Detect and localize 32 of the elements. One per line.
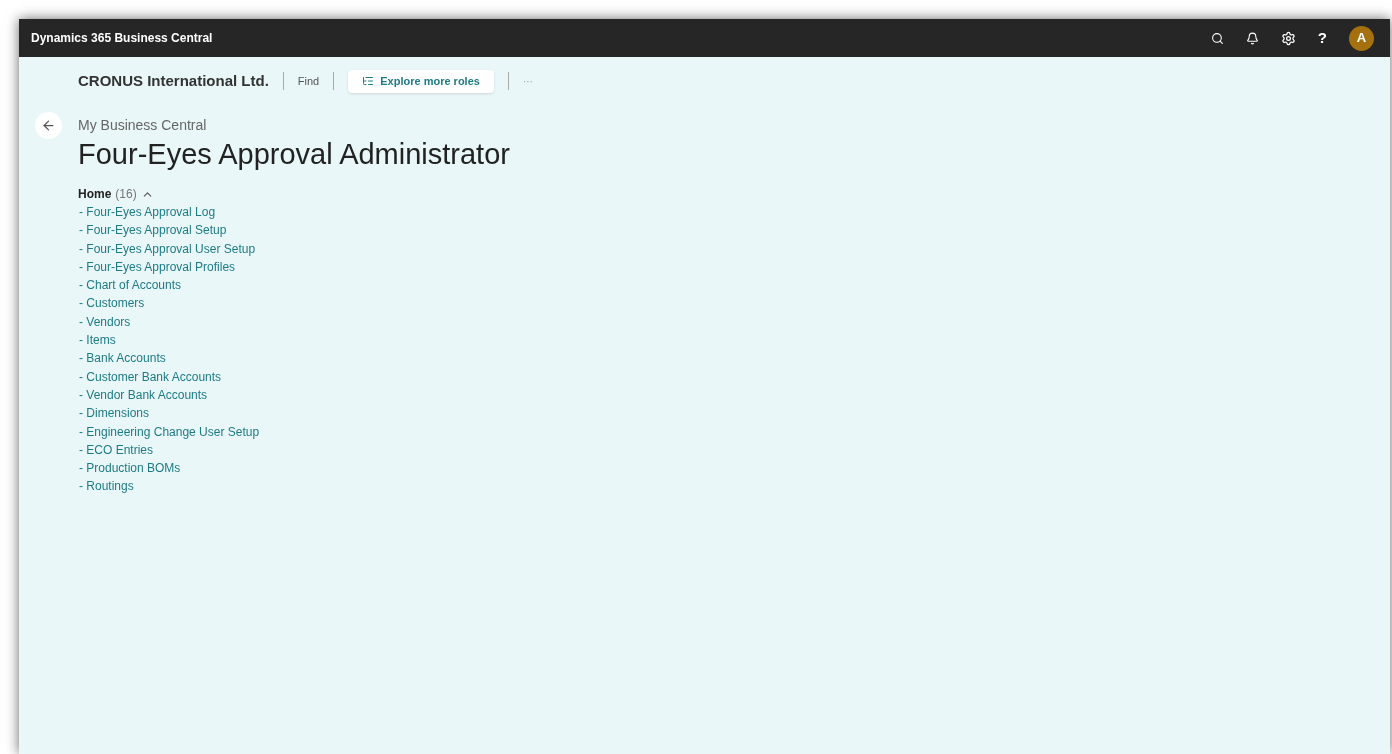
app-title[interactable]: Dynamics 365 Business Central — [31, 29, 213, 47]
nav-link[interactable]: - Four-Eyes Approval User Setup — [78, 239, 256, 258]
page-title: Four-Eyes Approval Administrator — [78, 137, 510, 172]
help-button[interactable]: ? — [1317, 26, 1327, 50]
nav-link[interactable]: - ECO Entries — [78, 440, 153, 460]
nav-link[interactable]: - Items — [78, 331, 116, 350]
nav-link[interactable]: - Four-Eyes Approval Setup — [78, 221, 227, 240]
settings-icon[interactable] — [1280, 30, 1296, 46]
list-icon — [362, 75, 375, 87]
nav-link[interactable]: - Chart of Accounts — [78, 276, 182, 295]
back-button[interactable] — [35, 112, 62, 139]
bell-icon[interactable] — [1245, 31, 1259, 45]
find-link[interactable]: Find — [297, 72, 320, 90]
breadcrumb[interactable]: My Business Central — [78, 115, 510, 136]
group-count: (16) — [115, 186, 137, 203]
nav-link[interactable]: - Four-Eyes Approval Profiles — [78, 257, 236, 277]
nav-link[interactable]: - Engineering Change User Setup — [78, 422, 260, 441]
nav-link[interactable]: - Customer Bank Accounts — [78, 367, 222, 386]
group-title: Home — [78, 186, 112, 203]
nav-link[interactable]: - Production BOMs — [78, 459, 181, 478]
more-button[interactable]: ··· — [522, 73, 533, 89]
user-avatar[interactable]: A — [1349, 25, 1374, 51]
nav-link[interactable]: - Vendors — [78, 312, 131, 332]
nav-link[interactable]: - Bank Accounts — [78, 349, 166, 368]
nav-link[interactable]: - Vendor Bank Accounts — [78, 385, 208, 405]
nav-link[interactable]: - Dimensions — [78, 404, 150, 423]
explore-roles-button[interactable]: Explore more roles — [348, 69, 494, 93]
company-name[interactable]: CRONUS International Ltd. — [78, 69, 269, 93]
nav-link[interactable]: - Routings — [78, 477, 134, 496]
nav-link[interactable]: - Customers — [78, 294, 145, 313]
nav-link[interactable]: - Four-Eyes Approval Log — [78, 203, 216, 222]
search-icon[interactable] — [1210, 31, 1224, 45]
